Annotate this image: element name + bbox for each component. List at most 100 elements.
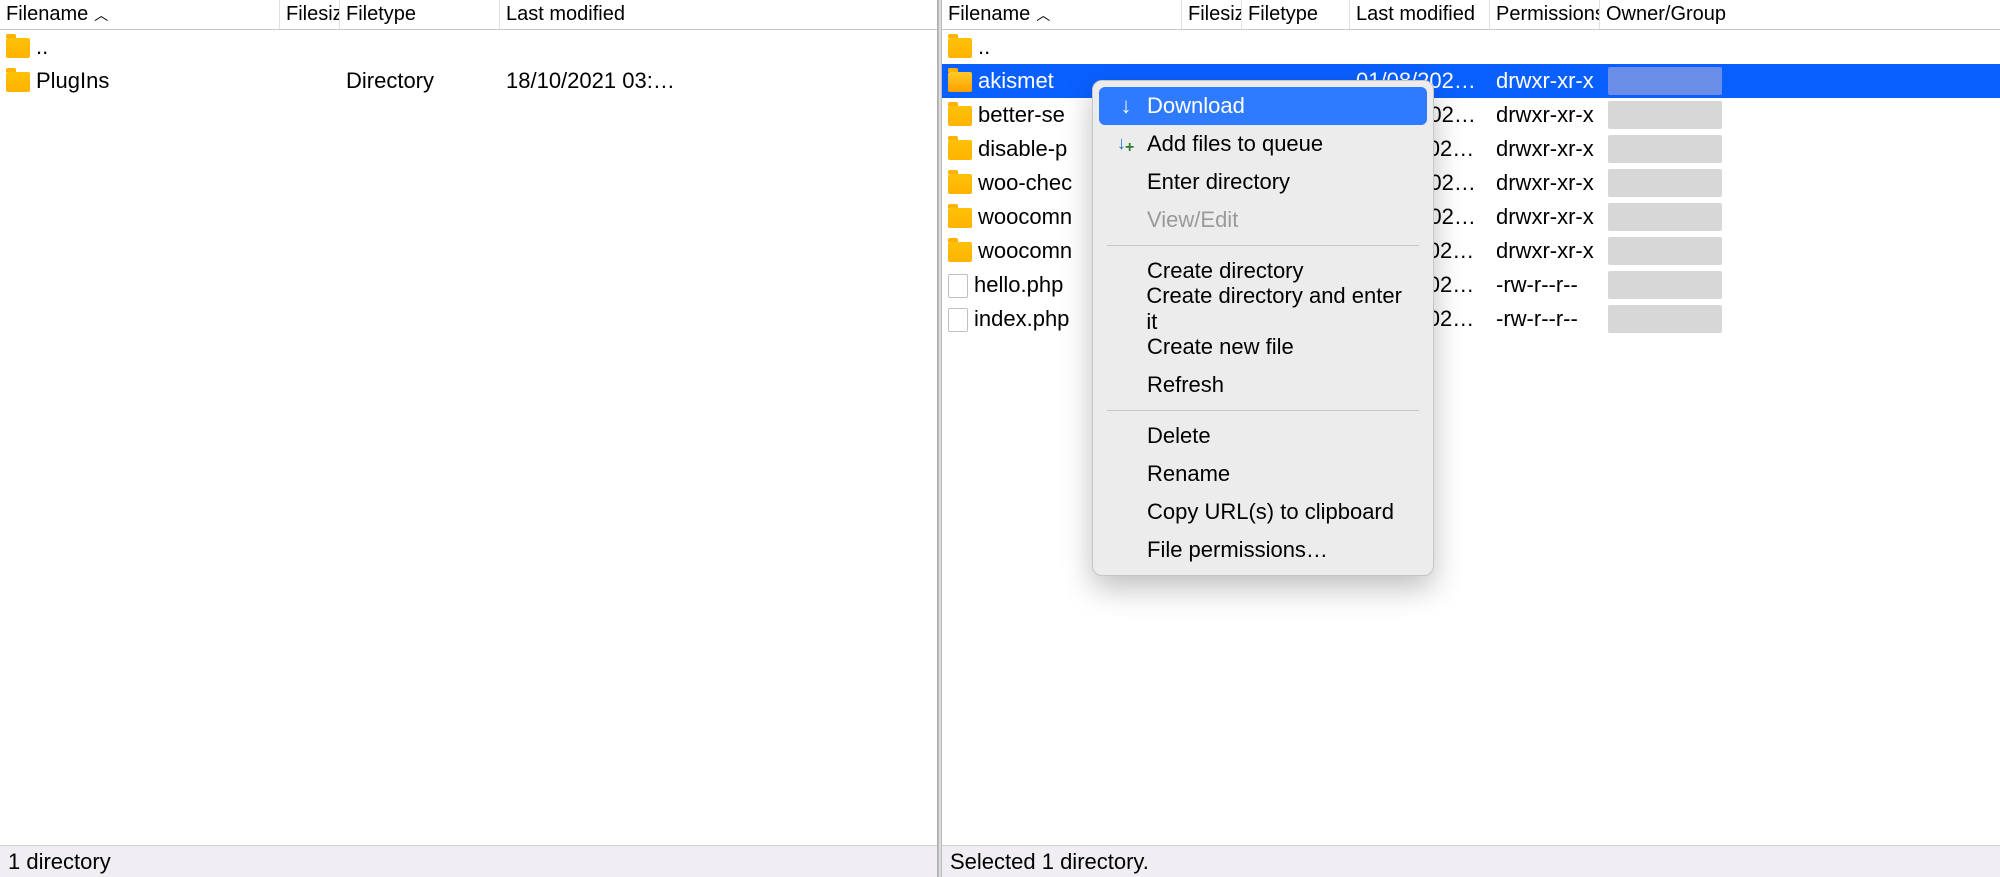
owner-redacted bbox=[1608, 271, 1722, 299]
list-item[interactable]: .. bbox=[0, 30, 937, 64]
file-owner bbox=[1600, 64, 1730, 98]
col-permissions-label: Permissions bbox=[1496, 3, 1600, 26]
col-filesize[interactable]: Filesize bbox=[280, 0, 340, 29]
file-name: .. bbox=[36, 34, 48, 59]
file-name: PlugIns bbox=[36, 68, 109, 93]
owner-redacted bbox=[1608, 203, 1722, 231]
col-filename[interactable]: Filename ︿ bbox=[0, 0, 280, 29]
col-filetype[interactable]: Filetype bbox=[1242, 0, 1350, 29]
file-owner bbox=[1600, 302, 1730, 336]
file-icon bbox=[948, 274, 968, 298]
owner-redacted bbox=[1608, 135, 1722, 163]
file-owner bbox=[1600, 200, 1730, 234]
file-permissions: drwxr-xr-x bbox=[1490, 102, 1600, 128]
col-filetype[interactable]: Filetype bbox=[340, 0, 500, 29]
file-name: woocomn bbox=[978, 238, 1072, 263]
folder-icon bbox=[948, 140, 972, 160]
col-modified-label: Last modified bbox=[1356, 3, 1475, 26]
file-permissions: drwxr-xr-x bbox=[1490, 238, 1600, 264]
menu-delete[interactable]: Delete bbox=[1099, 417, 1427, 455]
col-filename-label: Filename bbox=[948, 3, 1030, 26]
col-modified[interactable]: Last modified bbox=[1350, 0, 1490, 29]
menu-copy-url-label: Copy URL(s) to clipboard bbox=[1147, 499, 1394, 525]
menu-delete-label: Delete bbox=[1147, 423, 1211, 449]
file-name: akismet bbox=[978, 68, 1054, 93]
folder-icon bbox=[948, 174, 972, 194]
menu-refresh[interactable]: Refresh bbox=[1099, 366, 1427, 404]
menu-refresh-label: Refresh bbox=[1147, 372, 1224, 398]
file-icon bbox=[948, 308, 968, 332]
file-owner bbox=[1600, 268, 1730, 302]
file-manager: Filename ︿ Filesize Filetype Last modifie… bbox=[0, 0, 2000, 877]
col-filename[interactable]: Filename ︿ bbox=[942, 0, 1182, 29]
add-queue-icon bbox=[1115, 135, 1137, 153]
menu-add-queue[interactable]: Add files to queue bbox=[1099, 125, 1427, 163]
file-permissions: drwxr-xr-x bbox=[1490, 170, 1600, 196]
download-icon: ↓ bbox=[1115, 93, 1137, 119]
file-owner bbox=[1600, 132, 1730, 166]
list-item[interactable]: PlugIns Directory18/10/2021 03:3… bbox=[0, 64, 937, 98]
col-owner[interactable]: Owner/Group bbox=[1600, 0, 1730, 29]
menu-view-edit: View/Edit bbox=[1099, 201, 1427, 239]
file-owner bbox=[1600, 166, 1730, 200]
local-rows[interactable]: .. PlugIns Directory18/10/2021 03:3… bbox=[0, 30, 937, 845]
menu-copy-url[interactable]: Copy URL(s) to clipboard bbox=[1099, 493, 1427, 531]
menu-enter-directory[interactable]: Enter directory bbox=[1099, 163, 1427, 201]
file-permissions: drwxr-xr-x bbox=[1490, 136, 1600, 162]
col-filesize[interactable]: Filesize bbox=[1182, 0, 1242, 29]
file-owner bbox=[1600, 98, 1730, 132]
list-item[interactable]: .. bbox=[942, 30, 2000, 64]
context-menu: ↓ Download Add files to queue Enter direc… bbox=[1092, 80, 1434, 576]
col-modified-label: Last modified bbox=[506, 3, 625, 26]
local-header: Filename ︿ Filesize Filetype Last modifie… bbox=[0, 0, 937, 30]
folder-icon bbox=[948, 72, 972, 92]
col-filesize-label: Filesize bbox=[286, 3, 340, 26]
menu-file-perm-label: File permissions… bbox=[1147, 537, 1328, 563]
file-type: Directory bbox=[340, 68, 500, 94]
file-name: woocomn bbox=[978, 204, 1072, 229]
col-owner-label: Owner/Group bbox=[1606, 3, 1726, 26]
sort-asc-icon: ︿ bbox=[1036, 5, 1050, 25]
menu-create-dir-enter-label: Create directory and enter it bbox=[1146, 283, 1411, 335]
folder-icon bbox=[6, 38, 30, 58]
owner-redacted bbox=[1608, 67, 1722, 95]
menu-create-directory-enter[interactable]: Create directory and enter it bbox=[1099, 290, 1427, 328]
local-pane: Filename ︿ Filesize Filetype Last modifie… bbox=[0, 0, 938, 877]
menu-rename-label: Rename bbox=[1147, 461, 1230, 487]
menu-download-label: Download bbox=[1147, 93, 1245, 119]
folder-icon bbox=[948, 208, 972, 228]
file-permissions: drwxr-xr-x bbox=[1490, 204, 1600, 230]
menu-rename[interactable]: Rename bbox=[1099, 455, 1427, 493]
remote-header: Filename ︿ Filesize Filetype Last modifie… bbox=[942, 0, 2000, 30]
folder-icon bbox=[948, 38, 972, 58]
file-owner bbox=[1600, 30, 1730, 64]
folder-icon bbox=[948, 106, 972, 126]
col-modified[interactable]: Last modified bbox=[500, 0, 690, 29]
file-name: .. bbox=[978, 34, 990, 59]
menu-download[interactable]: ↓ Download bbox=[1099, 87, 1427, 125]
remote-status-text: Selected 1 directory. bbox=[950, 849, 1149, 875]
file-permissions: -rw-r--r-- bbox=[1490, 272, 1600, 298]
owner-redacted bbox=[1608, 169, 1722, 197]
col-filetype-label: Filetype bbox=[346, 3, 416, 26]
owner-redacted bbox=[1608, 305, 1722, 333]
folder-icon bbox=[948, 242, 972, 262]
file-name: woo-chec bbox=[978, 170, 1072, 195]
menu-file-permissions[interactable]: File permissions… bbox=[1099, 531, 1427, 569]
col-filetype-label: Filetype bbox=[1248, 3, 1318, 26]
file-permissions: -rw-r--r-- bbox=[1490, 306, 1600, 332]
file-owner bbox=[1600, 234, 1730, 268]
menu-enter-label: Enter directory bbox=[1147, 169, 1290, 195]
file-name: index.php bbox=[974, 306, 1069, 331]
owner-redacted bbox=[1608, 237, 1722, 265]
col-filename-label: Filename bbox=[6, 3, 88, 26]
menu-add-queue-label: Add files to queue bbox=[1147, 131, 1323, 157]
folder-icon bbox=[6, 72, 30, 92]
menu-view-edit-label: View/Edit bbox=[1147, 207, 1238, 233]
col-filesize-label: Filesize bbox=[1188, 3, 1242, 26]
col-permissions[interactable]: Permissions bbox=[1490, 0, 1600, 29]
sort-asc-icon: ︿ bbox=[94, 5, 108, 25]
file-modified: 18/10/2021 03:3… bbox=[500, 68, 690, 94]
local-status: 1 directory bbox=[0, 845, 937, 877]
owner-redacted bbox=[1608, 101, 1722, 129]
